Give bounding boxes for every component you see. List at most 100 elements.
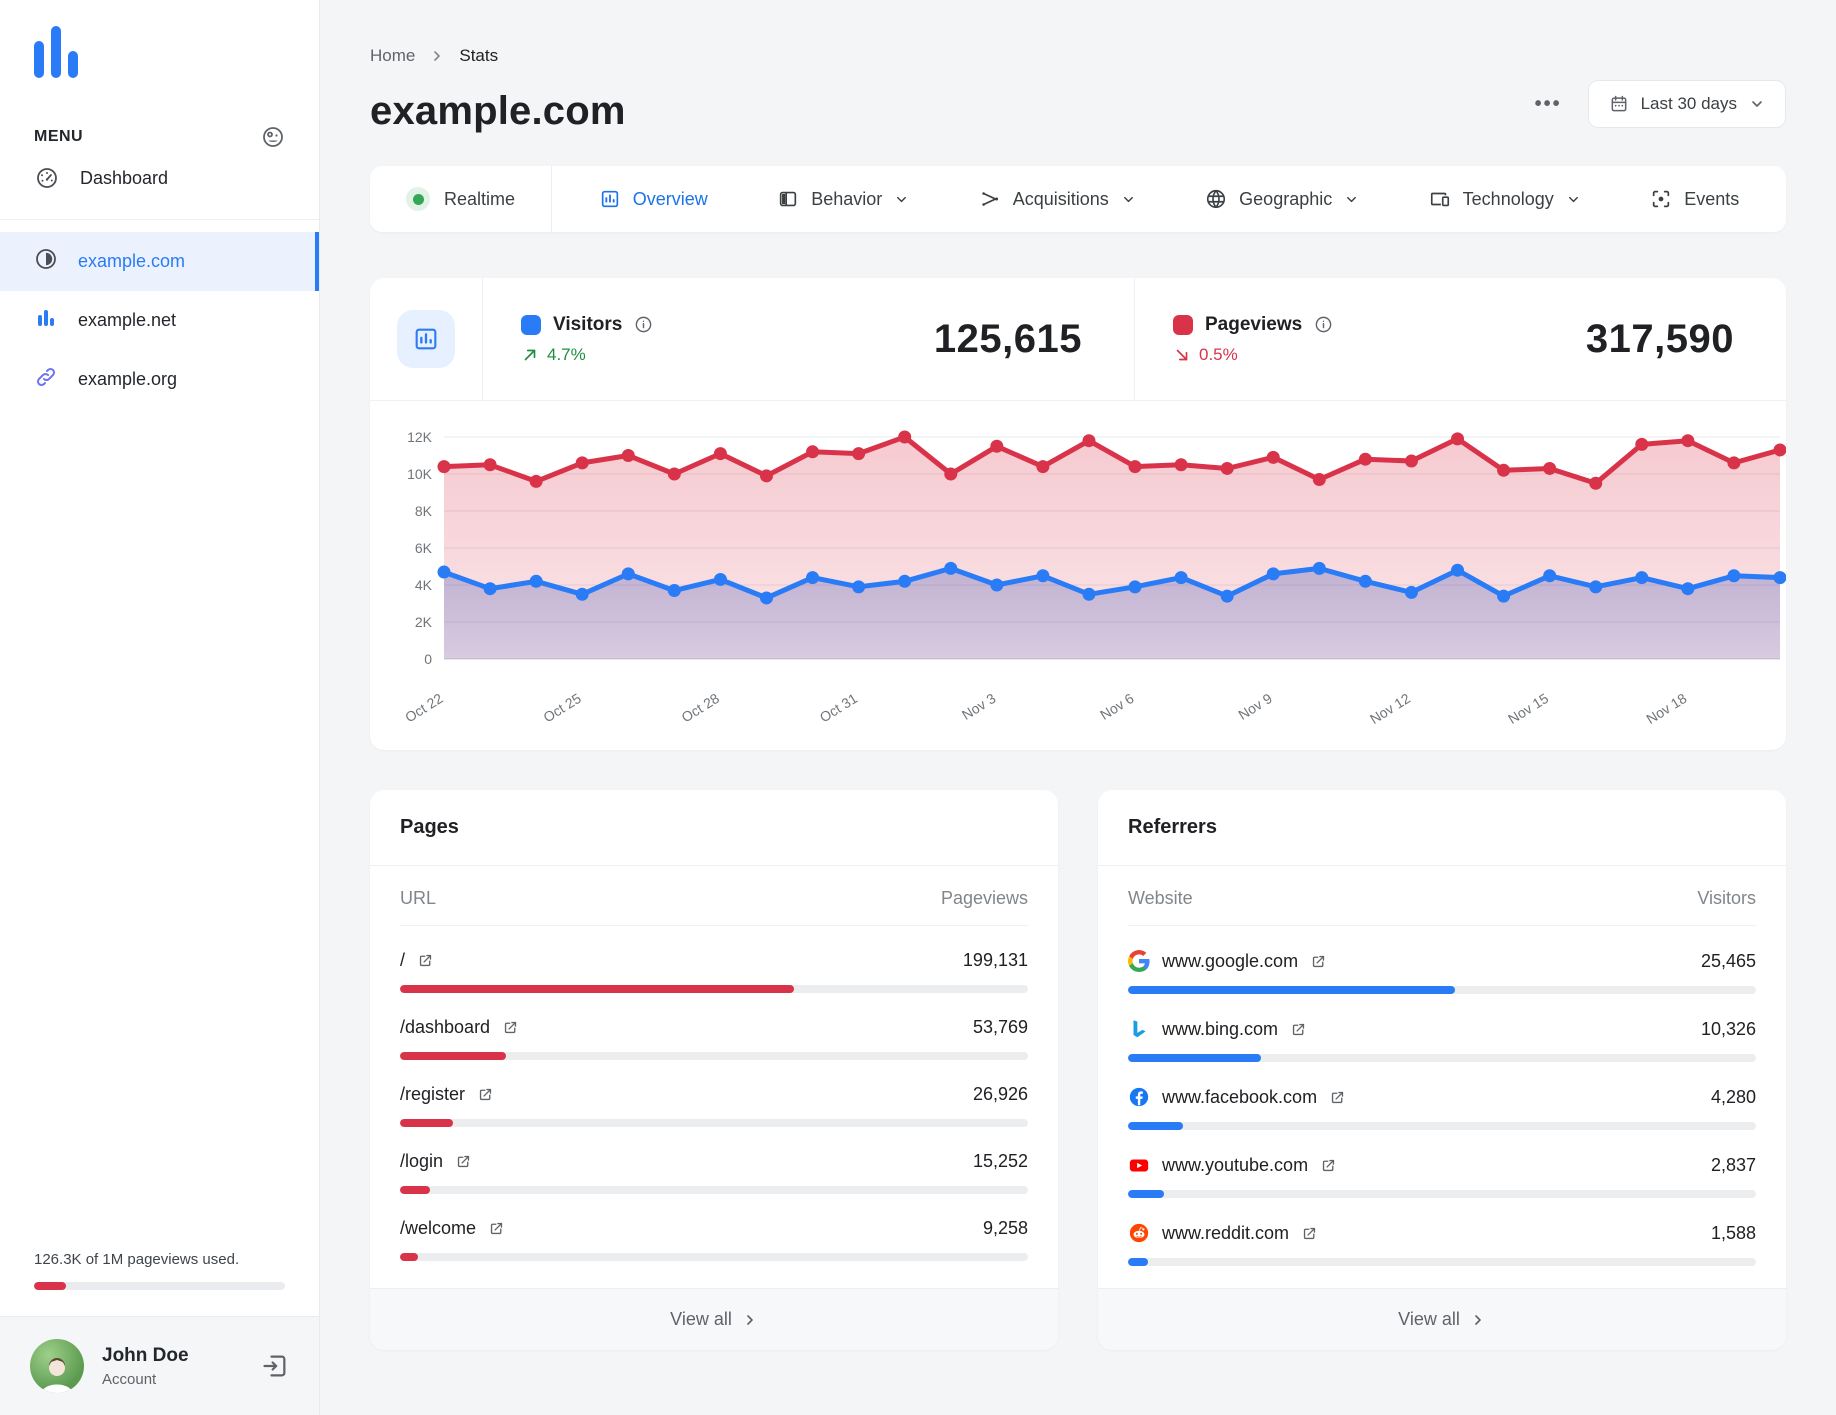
svg-text:Nov 6: Nov 6 bbox=[1097, 690, 1137, 723]
page-value: 9,258 bbox=[982, 1218, 1028, 1238]
external-link-icon bbox=[477, 1086, 494, 1103]
pages-card-title: Pages bbox=[370, 790, 1058, 866]
svg-text:Oct 28: Oct 28 bbox=[679, 690, 723, 726]
visitors-value: 125,615 bbox=[933, 316, 1082, 361]
chevron-down-icon bbox=[894, 192, 909, 207]
svg-text:Nov 12: Nov 12 bbox=[1367, 690, 1413, 727]
page-row: / 199,131 bbox=[400, 950, 1028, 993]
sidebar-item-dashboard[interactable]: Dashboard bbox=[0, 149, 319, 207]
arrow-down-right-icon bbox=[1173, 346, 1191, 364]
external-link-icon bbox=[1310, 953, 1327, 970]
referrer-link[interactable]: www.youtube.com bbox=[1128, 1154, 1337, 1176]
usage-progressbar bbox=[34, 1282, 285, 1290]
external-link-icon bbox=[488, 1220, 505, 1237]
external-link-icon bbox=[1290, 1021, 1307, 1038]
svg-text:0: 0 bbox=[424, 651, 432, 667]
arrow-up-right-icon bbox=[521, 346, 539, 364]
geographic-icon bbox=[1205, 188, 1227, 210]
reddit-icon bbox=[1128, 1222, 1150, 1244]
page-link[interactable]: /welcome bbox=[400, 1218, 505, 1239]
account-section[interactable]: John Doe Account bbox=[0, 1316, 319, 1415]
chevron-down-icon bbox=[1566, 192, 1581, 207]
referrers-col-visitors: Visitors bbox=[1697, 888, 1756, 908]
link-icon bbox=[34, 365, 58, 394]
main-content: Home Stats example.com ••• Last 30 days … bbox=[320, 0, 1836, 1415]
referrer-value: 25,465 bbox=[1700, 950, 1756, 971]
tab-realtime[interactable]: Realtime bbox=[370, 166, 553, 232]
page-bar bbox=[400, 1253, 1028, 1261]
date-range-button[interactable]: Last 30 days bbox=[1587, 80, 1786, 128]
sidebar-item-example.net[interactable]: example.net bbox=[0, 291, 319, 350]
google-icon bbox=[1128, 950, 1150, 972]
menu-heading: MENU bbox=[34, 128, 84, 145]
referrer-value: 10,326 bbox=[1700, 1018, 1756, 1039]
app-logo-icon bbox=[34, 26, 319, 83]
youtube-icon bbox=[1128, 1154, 1150, 1176]
page-bar bbox=[400, 1052, 1028, 1060]
sidebar-item-example.com[interactable]: example.com bbox=[0, 232, 319, 291]
svg-text:2K: 2K bbox=[415, 614, 433, 630]
external-link-icon bbox=[1329, 1089, 1346, 1106]
breadcrumb-current: Stats bbox=[459, 46, 499, 65]
tab-behavior[interactable]: Behavior bbox=[777, 188, 909, 210]
page-link[interactable]: /login bbox=[400, 1151, 472, 1172]
pageviews-stat: Pageviews 0.5% 317,590 bbox=[1134, 278, 1786, 400]
chevron-right-icon bbox=[1475, 1314, 1481, 1325]
technology-icon bbox=[1429, 188, 1451, 210]
external-link-icon bbox=[502, 1019, 519, 1036]
sidebar-sites: example.com example.net example.org bbox=[0, 232, 319, 409]
pageviews-swatch bbox=[1173, 314, 1193, 335]
chevron-right-icon bbox=[747, 1314, 753, 1325]
bing-icon bbox=[1128, 1018, 1150, 1040]
tab-geographic[interactable]: Geographic bbox=[1205, 188, 1359, 210]
referrers-card: Referrers Website Visitors www.google.co… bbox=[1098, 790, 1786, 1350]
page-link[interactable]: /dashboard bbox=[400, 1017, 519, 1038]
external-link-icon bbox=[1320, 1157, 1337, 1174]
chevron-down-icon bbox=[1749, 96, 1765, 112]
logout-icon[interactable] bbox=[261, 1352, 289, 1380]
info-icon[interactable] bbox=[634, 315, 653, 334]
page-link[interactable]: /register bbox=[400, 1084, 494, 1105]
page-bar bbox=[400, 985, 1028, 993]
page-row: /welcome 9,258 bbox=[400, 1218, 1028, 1261]
svg-text:Nov 18: Nov 18 bbox=[1643, 690, 1689, 727]
section-tabbar: Realtime Overview Behavior Acquisitions … bbox=[370, 166, 1786, 232]
referrer-link[interactable]: www.bing.com bbox=[1128, 1018, 1307, 1040]
referrers-view-all-button[interactable]: View all bbox=[1098, 1288, 1786, 1350]
referrer-row: www.bing.com 10,326 bbox=[1128, 1018, 1756, 1062]
sidebar-item-example.org[interactable]: example.org bbox=[0, 350, 319, 409]
referrer-value: 2,837 bbox=[1710, 1154, 1756, 1175]
referrer-bar bbox=[1128, 1054, 1756, 1062]
events-icon bbox=[1650, 188, 1672, 210]
theme-toggle-icon[interactable] bbox=[261, 125, 285, 149]
tab-events[interactable]: Events bbox=[1650, 188, 1739, 210]
breadcrumb-home[interactable]: Home bbox=[370, 46, 415, 66]
svg-text:8K: 8K bbox=[415, 503, 433, 519]
svg-text:10K: 10K bbox=[407, 466, 433, 482]
pageviews-label: Pageviews bbox=[1205, 313, 1303, 335]
referrer-value: 1,588 bbox=[1710, 1222, 1756, 1243]
page-link[interactable]: / bbox=[400, 950, 434, 971]
more-options-button[interactable]: ••• bbox=[1535, 93, 1562, 116]
usage-meter: 126.3K of 1M pageviews used. bbox=[0, 1251, 319, 1316]
page-row: /dashboard 53,769 bbox=[400, 1017, 1028, 1060]
info-icon[interactable] bbox=[1314, 315, 1333, 334]
tab-acquisitions[interactable]: Acquisitions bbox=[979, 188, 1136, 210]
svg-text:Nov 3: Nov 3 bbox=[959, 690, 999, 723]
sidebar: MENU Dashboard example.com example.net e… bbox=[0, 0, 320, 1415]
avatar bbox=[30, 1339, 84, 1393]
stat-row: Visitors 4.7% 125,615 Pageviews 0.5% 317… bbox=[370, 278, 1786, 400]
pages-view-all-button[interactable]: View all bbox=[370, 1288, 1058, 1350]
page-value: 199,131 bbox=[962, 950, 1028, 970]
referrer-link[interactable]: www.facebook.com bbox=[1128, 1086, 1346, 1108]
tab-technology[interactable]: Technology bbox=[1429, 188, 1581, 210]
svg-text:Nov 9: Nov 9 bbox=[1235, 690, 1275, 723]
usage-text: 126.3K of 1M pageviews used. bbox=[34, 1251, 240, 1268]
realtime-dot-icon bbox=[406, 187, 430, 211]
chevron-down-icon bbox=[1344, 192, 1359, 207]
overview-card: Visitors 4.7% 125,615 Pageviews 0.5% 317… bbox=[370, 278, 1786, 750]
referrer-link[interactable]: www.google.com bbox=[1128, 950, 1327, 972]
tab-overview[interactable]: Overview bbox=[599, 188, 708, 210]
referrer-link[interactable]: www.reddit.com bbox=[1128, 1222, 1318, 1244]
sidebar-divider bbox=[0, 219, 319, 220]
